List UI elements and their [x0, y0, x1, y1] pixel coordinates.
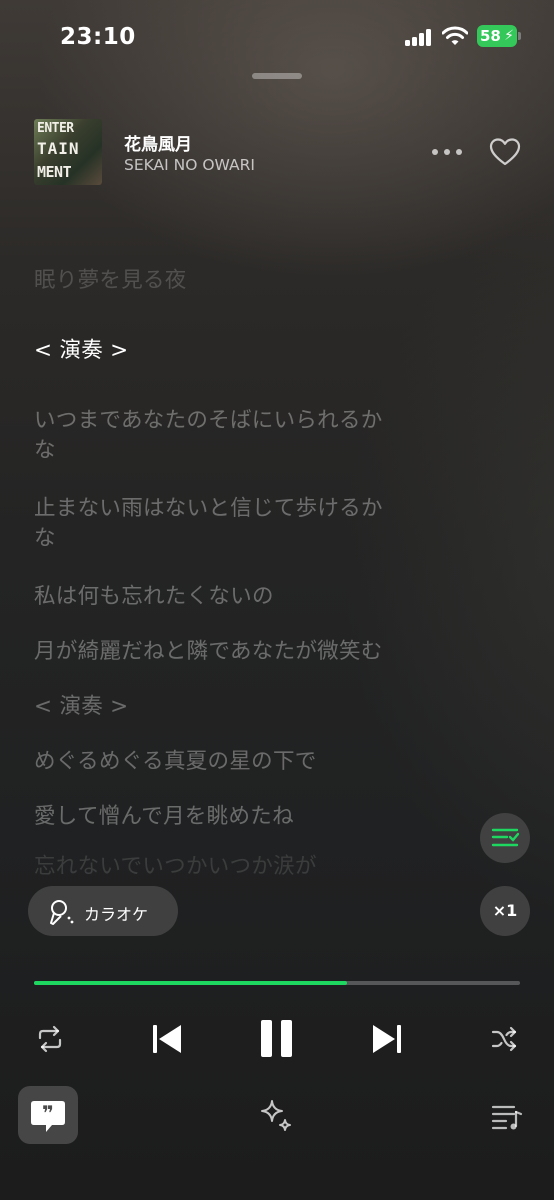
queue-button[interactable] [490, 1100, 524, 1132]
lyrics-sync-button[interactable] [480, 813, 530, 863]
repeat-icon [38, 1025, 62, 1053]
lyrics-button[interactable]: ❞ [18, 1086, 78, 1144]
play-pause-button[interactable] [258, 1018, 296, 1060]
sheet-grabber[interactable] [252, 73, 302, 79]
album-art-text-1: ENTER [37, 121, 74, 136]
previous-button[interactable] [150, 1020, 184, 1058]
lyric-line[interactable]: 愛して憎んで月を眺めたね [34, 802, 454, 832]
repeat-button[interactable] [36, 1025, 64, 1053]
lyric-line[interactable]: 眠り夢を見る夜 [34, 266, 454, 296]
lyric-line-current[interactable]: < 演奏 > [34, 336, 454, 366]
lyric-line[interactable]: めぐるめぐる真夏の星の下で [34, 747, 454, 777]
queue-icon [491, 1105, 523, 1130]
lyric-line[interactable]: な [34, 436, 454, 466]
microphone-icon [50, 900, 74, 925]
playback-speed-button[interactable]: ×1 [480, 886, 530, 936]
lyric-line[interactable]: 月が綺麗だねと隣であなたが微笑む [34, 637, 454, 667]
lyric-line[interactable]: いつまであなたのそばにいられるか [34, 406, 454, 436]
svg-text:❞: ❞ [42, 1101, 54, 1125]
more-options-button[interactable] [430, 140, 464, 164]
shuffle-icon [491, 1026, 517, 1052]
skip-next-icon [373, 1025, 401, 1053]
wifi-icon [441, 25, 469, 47]
album-art: ENTER TAIN MENT [34, 119, 102, 185]
karaoke-label: カラオケ [84, 905, 149, 924]
lyric-line[interactable]: 忘れないでいつかいつか涙が [34, 852, 454, 880]
sparkle-button[interactable] [258, 1098, 294, 1134]
progress-fill [34, 981, 348, 985]
like-button[interactable] [488, 136, 522, 168]
shuffle-button[interactable] [490, 1025, 518, 1053]
skip-previous-icon [153, 1025, 181, 1053]
lyric-line[interactable]: な [34, 524, 454, 554]
pause-icon [261, 1020, 292, 1057]
sparkle-icon [261, 1100, 291, 1131]
lyric-line[interactable]: 止まない雨はないと信じて歩けるか [34, 494, 454, 524]
status-bar: 23:10 58 ⚡ [0, 0, 554, 70]
heart-icon [489, 138, 521, 166]
lyric-line[interactable]: 私は何も忘れたくないの [34, 582, 454, 612]
artist-name[interactable]: SEKAI NO OWARI [124, 156, 255, 174]
battery-nub [518, 32, 521, 40]
cellular-signal-icon [405, 28, 433, 46]
charging-bolt-icon: ⚡ [504, 28, 514, 44]
lyrics-quote-icon: ❞ [31, 1101, 65, 1132]
lyrics-list-check-icon [491, 828, 520, 847]
battery-indicator: 58 ⚡ [477, 25, 517, 47]
lyric-line[interactable]: < 演奏 > [34, 692, 454, 722]
battery-level: 58 [480, 27, 501, 45]
next-button[interactable] [370, 1020, 404, 1058]
lyrics-panel[interactable]: 眠り夢を見る夜 < 演奏 > いつまであなたのそばにいられるかな止まない雨はないと信… [34, 262, 454, 880]
progress-bar[interactable] [34, 981, 520, 985]
karaoke-button[interactable]: カラオケ [28, 886, 178, 936]
album-art-text-3: MENT [37, 163, 72, 181]
album-art-text-2: TAIN [37, 139, 80, 158]
song-title[interactable]: 花鳥風月 [124, 130, 192, 155]
status-time: 23:10 [60, 24, 136, 50]
